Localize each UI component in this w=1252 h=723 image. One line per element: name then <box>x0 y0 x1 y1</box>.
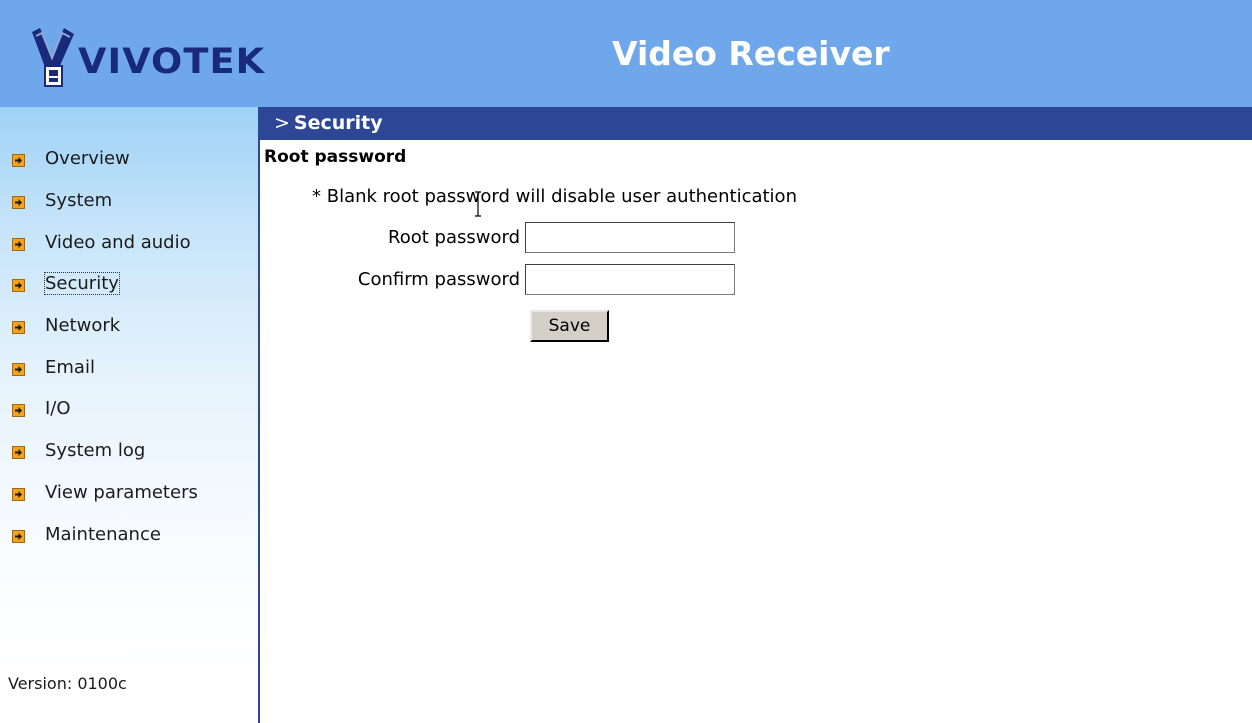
i-beam-cursor-icon <box>475 191 481 217</box>
arrow-right-icon <box>12 279 25 293</box>
confirm-password-input[interactable] <box>525 264 735 295</box>
sidebar-item-security[interactable]: Security <box>12 263 198 305</box>
sidebar-item-label: Maintenance <box>45 523 161 545</box>
sidebar-item-video-and-audio[interactable]: Video and audio <box>12 221 198 263</box>
arrow-right-icon <box>12 362 25 376</box>
arrow-right-icon <box>12 196 25 210</box>
sidebar-item-label: Email <box>45 356 95 378</box>
sidebar-item-label: Video and audio <box>45 231 191 253</box>
sidebar: Overview System Video and audio Security… <box>0 107 260 723</box>
arrow-right-icon <box>12 321 25 335</box>
main-content: > Security Root password * Blank root pas… <box>260 107 1252 723</box>
sidebar-item-label: Network <box>45 315 121 337</box>
page: VIVOTEK Video Receiver Overview System V… <box>0 0 1252 723</box>
root-password-row: Root password <box>260 222 735 253</box>
sidebar-item-system[interactable]: System <box>12 180 198 222</box>
sidebar-item-email[interactable]: Email <box>12 346 198 388</box>
sidebar-item-overview[interactable]: Overview <box>12 138 198 180</box>
blank-password-note: * Blank root password will disable user … <box>312 186 797 207</box>
vivotek-logo: VIVOTEK <box>30 28 264 88</box>
save-button[interactable]: Save <box>530 310 609 342</box>
root-password-input[interactable] <box>525 222 735 253</box>
header: VIVOTEK Video Receiver <box>0 0 1252 107</box>
sidebar-item-label: View parameters <box>45 481 198 503</box>
sidebar-item-system-log[interactable]: System log <box>12 430 198 472</box>
logo-text: VIVOTEK <box>78 42 266 82</box>
sidebar-item-label: Security <box>44 272 120 296</box>
root-password-label: Root password <box>388 227 520 248</box>
arrow-right-icon <box>12 404 25 418</box>
arrow-right-icon <box>12 446 25 460</box>
confirm-password-row: Confirm password <box>260 264 735 295</box>
sidebar-item-view-parameters[interactable]: View parameters <box>12 472 198 514</box>
sidebar-item-network[interactable]: Network <box>12 305 198 347</box>
arrow-right-icon <box>12 487 25 501</box>
arrow-right-icon <box>12 529 25 543</box>
sidebar-item-label: System log <box>45 440 146 462</box>
sidebar-item-label: System <box>45 190 113 212</box>
sidebar-item-label: I/O <box>45 398 71 420</box>
app-title: Video Receiver <box>612 34 890 73</box>
section-title-bar: > Security <box>260 107 1252 140</box>
arrow-right-icon <box>12 237 25 251</box>
version-text: Version: 0100c <box>8 674 127 693</box>
section-title: Security <box>293 112 383 134</box>
confirm-password-label: Confirm password <box>357 269 520 290</box>
sidebar-item-label: Overview <box>45 148 130 170</box>
camera-logo-icon <box>30 28 76 88</box>
sidebar-item-maintenance[interactable]: Maintenance <box>12 513 198 555</box>
sidebar-nav: Overview System Video and audio Security… <box>12 138 198 555</box>
sidebar-item-io[interactable]: I/O <box>12 388 198 430</box>
arrow-right-icon <box>12 154 25 168</box>
root-password-heading: Root password <box>264 147 407 167</box>
section-arrow: > <box>274 112 290 134</box>
